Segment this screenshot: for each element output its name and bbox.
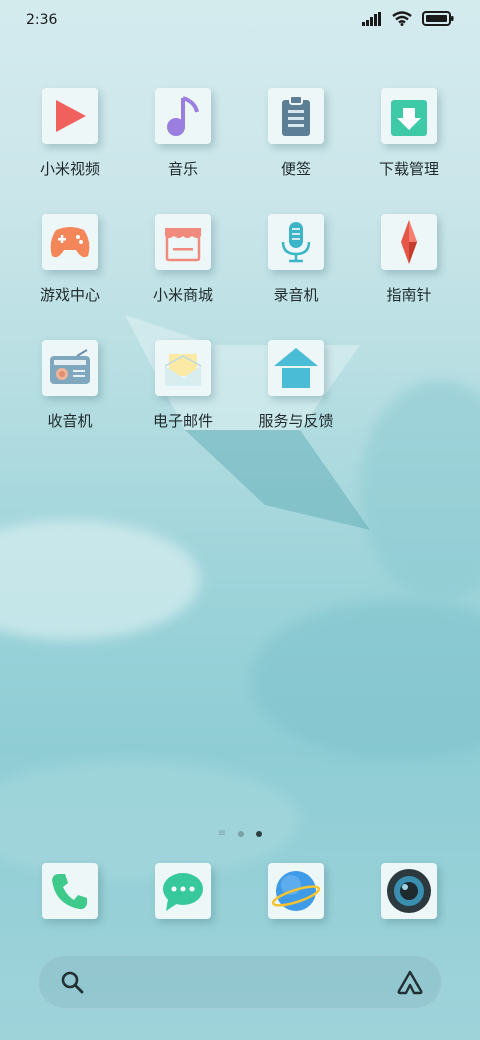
app-label: 游戏中心 bbox=[39, 286, 100, 304]
dock-phone[interactable] bbox=[14, 863, 126, 919]
app-game-center[interactable]: 游戏中心 bbox=[14, 214, 126, 305]
app-label: 录音机 bbox=[273, 286, 319, 304]
signal-icon bbox=[362, 11, 381, 26]
camera-icon bbox=[387, 869, 431, 913]
download-icon bbox=[391, 100, 427, 136]
battery-icon bbox=[422, 11, 454, 26]
wifi-icon bbox=[392, 11, 412, 26]
dock-browser[interactable] bbox=[240, 863, 352, 919]
status-bar: 2:36 bbox=[0, 0, 480, 40]
home-screen: 2:36 小米视频 音乐 便签 下载管理 游戏中心 小米商城 录音机 指南针 收… bbox=[0, 0, 480, 1040]
app-downloads[interactable]: 下载管理 bbox=[353, 88, 465, 179]
page-dot bbox=[238, 830, 245, 837]
microphone-icon bbox=[281, 222, 311, 263]
app-email[interactable]: 电子邮件 bbox=[127, 340, 239, 431]
browser-icon bbox=[271, 871, 321, 911]
app-radio[interactable]: 收音机 bbox=[14, 340, 126, 431]
app-label: 收音机 bbox=[47, 412, 93, 430]
home-icon bbox=[274, 348, 318, 388]
app-label: 便签 bbox=[280, 160, 311, 178]
app-music[interactable]: 音乐 bbox=[127, 88, 239, 179]
app-mi-video[interactable]: 小米视频 bbox=[14, 88, 126, 179]
store-icon bbox=[165, 228, 201, 262]
app-label: 小米视频 bbox=[39, 160, 100, 178]
play-icon bbox=[56, 100, 86, 132]
app-label: 服务与反馈 bbox=[258, 412, 334, 430]
app-compass[interactable]: 指南针 bbox=[353, 214, 465, 305]
phone-icon bbox=[52, 874, 87, 910]
assistant-icon[interactable] bbox=[396, 969, 424, 995]
gamepad-icon bbox=[50, 227, 90, 258]
app-mi-store[interactable]: 小米商城 bbox=[127, 214, 239, 305]
app-list-icon: ≡ bbox=[217, 828, 227, 839]
wallpaper-wave bbox=[0, 760, 300, 880]
app-label: 小米商城 bbox=[152, 286, 213, 304]
compass-icon bbox=[401, 220, 417, 264]
search-icon[interactable] bbox=[60, 970, 84, 994]
app-label: 电子邮件 bbox=[152, 412, 213, 430]
page-dot-active bbox=[256, 830, 263, 837]
app-label: 音乐 bbox=[167, 160, 198, 178]
music-note-icon bbox=[167, 96, 199, 136]
page-indicator[interactable]: ≡ bbox=[0, 828, 480, 839]
dock-camera[interactable] bbox=[353, 863, 465, 919]
wallpaper-wave bbox=[360, 380, 480, 600]
app-recorder[interactable]: 录音机 bbox=[240, 214, 352, 305]
dock-messages[interactable] bbox=[127, 863, 239, 919]
messages-icon bbox=[163, 873, 203, 911]
search-bar[interactable] bbox=[38, 955, 442, 1009]
mail-icon bbox=[164, 354, 202, 386]
app-label: 下载管理 bbox=[378, 160, 439, 178]
wallpaper-wave bbox=[0, 520, 200, 640]
wallpaper-wave bbox=[250, 600, 480, 760]
radio-icon bbox=[50, 349, 90, 384]
status-time: 2:36 bbox=[26, 12, 58, 28]
notepad-icon bbox=[282, 95, 310, 136]
app-notes[interactable]: 便签 bbox=[240, 88, 352, 179]
app-service-feedback[interactable]: 服务与反馈 bbox=[240, 340, 352, 431]
app-label: 指南针 bbox=[386, 286, 432, 304]
